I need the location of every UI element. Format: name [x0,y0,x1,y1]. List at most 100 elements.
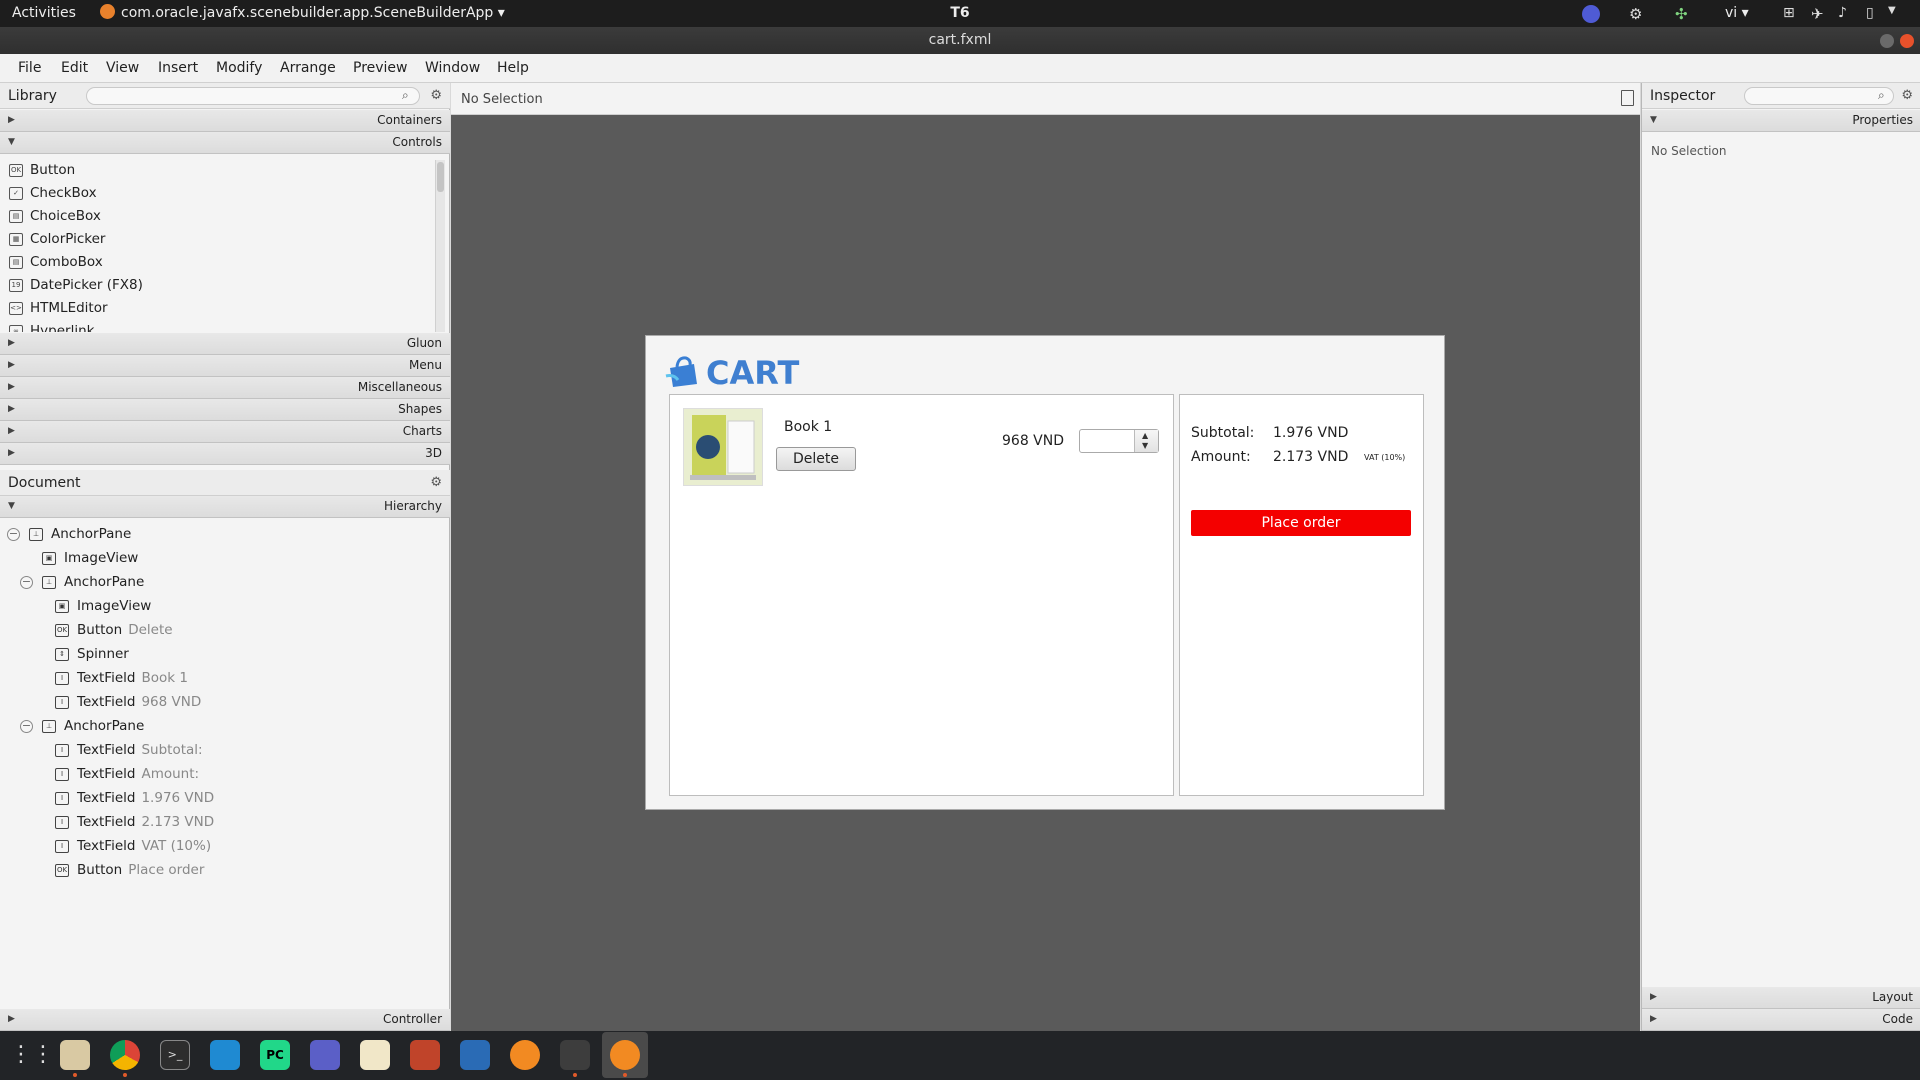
tree-item[interactable]: − ⊥ AnchorPane [0,571,450,595]
inspector-search-input[interactable] [1744,87,1894,105]
text-editor-icon[interactable] [360,1040,390,1070]
tree-item[interactable]: ▣ ImageView [0,595,450,619]
airplane-mode-icon[interactable]: ✈ [1811,5,1829,23]
library-item-colorpicker[interactable]: ▦ ColorPicker [0,228,432,251]
teams-tray-icon[interactable] [1582,5,1600,23]
tree-item[interactable]: − ⊥ AnchorPane [0,715,450,739]
section-miscellaneous[interactable]: ▶ Miscellaneous [0,377,450,399]
wired-network-icon[interactable]: ⊞ [1783,5,1801,23]
activities-button[interactable]: Activities [12,0,76,27]
tree-item[interactable]: I TextField 2.173 VND [0,811,450,835]
chevron-up-icon[interactable]: ▲ [1142,431,1148,440]
section-controls[interactable]: ▼ Controls [0,132,450,154]
section-layout[interactable]: ▶ Layout [1642,987,1920,1009]
section-menu[interactable]: ▶ Menu [0,355,450,377]
scenebuilder-icon[interactable] [510,1040,540,1070]
tree-item[interactable]: I TextField 968 VND [0,691,450,715]
tree-item[interactable]: ▣ ImageView [0,547,450,571]
chevron-down-icon[interactable]: ▼ [1142,441,1148,450]
menu-file[interactable]: File [18,60,41,76]
section-controller[interactable]: ▶ Controller [0,1009,450,1031]
subtotal-value[interactable]: 1.976 VND [1273,425,1348,441]
place-order-button[interactable]: Place order [1191,510,1411,536]
tree-item[interactable]: ⇕ Spinner [0,643,450,667]
quantity-spinner[interactable]: ▲ ▼ [1079,429,1159,453]
clock[interactable]: T6 03:11 [930,0,990,48]
menu-edit[interactable]: Edit [61,60,88,76]
section-hierarchy[interactable]: ▼ Hierarchy [0,496,450,518]
cart-summary-anchorpane[interactable]: Subtotal: 1.976 VND Amount: 2.173 VND VA… [1179,394,1424,796]
vscode-icon[interactable] [210,1040,240,1070]
book-cover-image[interactable] [683,408,763,486]
chevron-down-icon[interactable]: ▼ [1888,5,1906,23]
book-title-field[interactable]: Book 1 [784,419,832,435]
menu-window[interactable]: Window [425,60,480,76]
gear-icon[interactable]: ⚙ [1901,88,1913,103]
tree-item[interactable]: OK Button Place order [0,859,450,883]
section-containers[interactable]: ▶ Containers [0,110,450,132]
gear-icon[interactable]: ⚙ [430,475,442,490]
tree-item[interactable]: I TextField Amount: [0,763,450,787]
virtualbox-icon[interactable] [460,1040,490,1070]
library-scrollbar[interactable] [435,160,445,332]
section-shapes[interactable]: ▶ Shapes [0,399,450,421]
menu-arrange[interactable]: Arrange [280,60,336,76]
section-charts[interactable]: ▶ Charts [0,421,450,443]
document-icon[interactable] [1621,90,1634,106]
library-item-htmleditor[interactable]: <> HTMLEditor [0,297,432,320]
volume-icon[interactable]: ♪ [1838,5,1856,23]
cart-logo[interactable]: CART [664,352,814,392]
library-item-choicebox[interactable]: ▤ ChoiceBox [0,205,432,228]
menu-insert[interactable]: Insert [158,60,198,76]
settings-app-icon[interactable] [410,1040,440,1070]
collapse-icon[interactable]: − [20,576,33,589]
battery-icon[interactable]: ▯ [1866,5,1884,23]
language-indicator[interactable]: vi ▾ [1725,0,1749,27]
terminal-icon[interactable]: >_ [160,1040,190,1070]
scenebuilder-active-icon[interactable] [610,1040,640,1070]
subtotal-label[interactable]: Subtotal: [1191,425,1254,441]
vat-label[interactable]: VAT (10%) [1364,453,1405,462]
library-search-input[interactable] [86,87,420,105]
menu-preview[interactable]: Preview [353,60,408,76]
book-price-field[interactable]: 968 VND [1002,433,1064,449]
drawing-app-icon[interactable] [560,1040,590,1070]
close-icon[interactable] [1900,34,1914,48]
cart-items-anchorpane[interactable]: Book 1 Delete 968 VND ▲ ▼ [669,394,1174,796]
app-menu[interactable]: com.oracle.javafx.scenebuilder.app.Scene… [100,0,505,27]
app-grid-icon[interactable]: ⋮⋮ [10,1040,54,1070]
menu-help[interactable]: Help [497,60,529,76]
menu-modify[interactable]: Modify [216,60,262,76]
library-item-hyperlink[interactable]: ∞ Hyperlink [0,320,432,332]
tree-item[interactable]: − ⊥ AnchorPane [0,523,450,547]
delete-button[interactable]: Delete [776,447,856,471]
cart-root-anchorpane[interactable]: CART Book 1 Delete 968 VND ▲ ▼ Subtotal:… [645,335,1445,810]
network-tray-icon[interactable]: ✣ [1675,5,1693,23]
gear-icon[interactable]: ⚙ [430,88,442,103]
library-item-checkbox[interactable]: ✓ CheckBox [0,182,432,205]
library-item-combobox[interactable]: ▤ ComboBox [0,251,432,274]
collapse-icon[interactable]: − [20,720,33,733]
minimize-icon[interactable] [1880,34,1894,48]
library-item-button[interactable]: OK Button [0,159,432,182]
library-item-datepicker[interactable]: 19 DatePicker (FX8) [0,274,432,297]
teams-icon[interactable] [310,1040,340,1070]
tree-item[interactable]: I TextField 1.976 VND [0,787,450,811]
amount-value[interactable]: 2.173 VND [1273,449,1348,465]
amount-label[interactable]: Amount: [1191,449,1251,465]
section-properties[interactable]: ▼ Properties [1642,110,1920,132]
settings-tray-icon[interactable]: ⚙ [1629,5,1647,23]
menu-view[interactable]: View [106,60,139,76]
pycharm-icon[interactable]: PC [260,1040,290,1070]
tree-item[interactable]: OK Button Delete [0,619,450,643]
tree-item[interactable]: I TextField VAT (10%) [0,835,450,859]
section-gluon[interactable]: ▶ Gluon [0,333,450,355]
section-3d[interactable]: ▶ 3D [0,443,450,465]
section-code[interactable]: ▶ Code [1642,1009,1920,1031]
collapse-icon[interactable]: − [7,528,20,541]
spinner-buttons[interactable]: ▲ ▼ [1134,430,1158,452]
tree-item[interactable]: I TextField Book 1 [0,667,450,691]
chrome-icon[interactable] [110,1040,140,1070]
scrollbar-thumb[interactable] [437,162,444,192]
file-manager-icon[interactable] [60,1040,90,1070]
